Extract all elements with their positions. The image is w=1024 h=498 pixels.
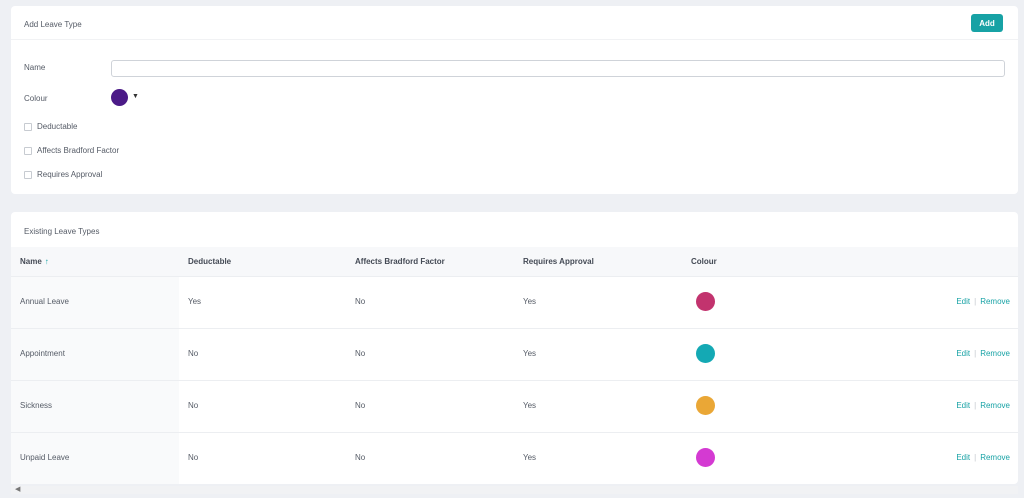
column-header-bradford: Affects Bradford Factor [355, 257, 445, 266]
row-colour-dot [696, 448, 715, 467]
row-name: Annual Leave [20, 297, 69, 306]
add-leave-type-title: Add Leave Type [24, 20, 82, 29]
table-row: Appointment No No Yes Edit | Remove [11, 329, 1018, 381]
row-colour-dot [696, 344, 715, 363]
add-leave-type-card: Add Leave Type Add Name Colour ▼ Deducta… [11, 6, 1018, 194]
edit-link[interactable]: Edit [956, 297, 970, 306]
row-actions: Edit | Remove [956, 297, 1010, 306]
row-actions: Edit | Remove [956, 401, 1010, 410]
deductable-checkbox-label: Deductable [37, 122, 78, 131]
deductable-checkbox-row[interactable]: Deductable [24, 122, 77, 131]
action-separator: | [974, 401, 977, 410]
colour-label: Colour [24, 94, 48, 103]
action-separator: | [974, 297, 977, 306]
row-approval: Yes [523, 453, 537, 462]
add-leave-type-header: Add Leave Type Add [11, 6, 1018, 40]
row-approval: Yes [523, 349, 537, 358]
remove-link[interactable]: Remove [980, 349, 1010, 358]
sort-ascending-icon[interactable]: ↑ [45, 257, 49, 266]
row-deductable: No [188, 453, 199, 462]
approval-checkbox[interactable] [24, 170, 32, 179]
edit-link[interactable]: Edit [956, 453, 970, 462]
row-bradford: No [355, 297, 366, 306]
row-approval: Yes [523, 401, 537, 410]
remove-link[interactable]: Remove [980, 401, 1010, 410]
table-row: Sickness No No Yes Edit | Remove [11, 381, 1018, 433]
row-approval: Yes [523, 297, 537, 306]
bradford-checkbox-label: Affects Bradford Factor [37, 146, 120, 155]
row-deductable: No [188, 401, 199, 410]
approval-checkbox-row[interactable]: Requires Approval [24, 170, 102, 179]
horizontal-scrollbar[interactable]: ◀ [11, 486, 1018, 494]
table-row: Annual Leave Yes No Yes Edit | Remove [11, 277, 1018, 329]
name-label: Name [24, 63, 46, 72]
name-input[interactable] [111, 60, 1005, 77]
column-header-deductable: Deductable [188, 257, 232, 266]
column-header-name[interactable]: Name ↑ [20, 257, 49, 266]
row-colour-dot [696, 396, 715, 415]
existing-leave-types-card: Existing Leave Types Name ↑ Deductable Af… [11, 212, 1018, 484]
bradford-checkbox[interactable] [24, 146, 32, 155]
edit-link[interactable]: Edit [956, 349, 970, 358]
row-bradford: No [355, 401, 366, 410]
row-bradford: No [355, 349, 366, 358]
action-separator: | [974, 349, 977, 358]
row-actions: Edit | Remove [956, 349, 1010, 358]
remove-link[interactable]: Remove [980, 453, 1010, 462]
colour-picker-swatch[interactable] [111, 89, 128, 106]
table-header: Name ↑ Deductable Affects Bradford Factor… [11, 247, 1018, 277]
row-name: Appointment [20, 349, 65, 358]
row-bradford: No [355, 453, 366, 462]
column-header-colour: Colour [691, 257, 717, 266]
row-name: Unpaid Leave [20, 453, 70, 462]
deductable-checkbox[interactable] [24, 122, 32, 131]
bradford-checkbox-row[interactable]: Affects Bradford Factor [24, 146, 119, 155]
add-button[interactable]: Add [971, 14, 1003, 32]
column-header-approval: Requires Approval [523, 257, 594, 266]
edit-link[interactable]: Edit [956, 401, 970, 410]
row-deductable: Yes [188, 297, 202, 306]
row-deductable: No [188, 349, 199, 358]
row-colour-dot [696, 292, 715, 311]
row-actions: Edit | Remove [956, 453, 1010, 462]
action-separator: | [974, 453, 977, 462]
remove-link[interactable]: Remove [980, 297, 1010, 306]
existing-leave-types-title: Existing Leave Types [24, 227, 100, 236]
table-row: Unpaid Leave No No Yes Edit | Remove [11, 433, 1018, 485]
scroll-left-arrow-icon[interactable]: ◀ [15, 486, 20, 494]
caret-down-icon[interactable]: ▼ [132, 93, 139, 100]
approval-checkbox-label: Requires Approval [37, 170, 103, 179]
row-name: Sickness [20, 401, 53, 410]
